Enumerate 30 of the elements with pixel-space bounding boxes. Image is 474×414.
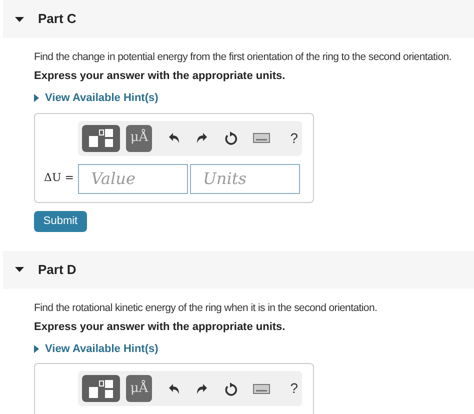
template-button[interactable] <box>82 375 120 402</box>
units-field[interactable]: Units <box>190 164 300 194</box>
undo-icon[interactable] <box>168 382 180 395</box>
redo-icon[interactable] <box>196 382 208 395</box>
reset-icon[interactable] <box>224 131 238 145</box>
question-text: Find the rotational kinetic energy of the ring when it is in the second orientation. <box>34 300 378 316</box>
keyboard-icon[interactable] <box>253 384 270 394</box>
hint-link[interactable]: View Available Hint(s) <box>45 340 158 358</box>
part-title: Part C <box>38 10 76 28</box>
caret-right-icon <box>34 94 39 102</box>
instruction-text: Express your answer with the appropriate units. <box>34 69 286 84</box>
instruction-text: Express your answer with the appropriate units. <box>34 320 286 335</box>
part-header[interactable]: Part C <box>3 0 474 38</box>
part-header[interactable]: Part D <box>3 250 474 289</box>
help-button[interactable]: ? <box>290 378 298 400</box>
caret-right-icon <box>34 345 39 353</box>
answer-label: ΔU = <box>44 170 74 186</box>
value-field[interactable]: Value <box>78 164 188 194</box>
question-text: Find the change in potential energy from the first orientation of the ring to the second orientation. <box>34 50 452 65</box>
units-button[interactable]: μÅ <box>126 124 152 152</box>
reset-icon[interactable] <box>224 382 238 396</box>
submit-button[interactable]: Submit <box>34 210 87 232</box>
part-title: Part D <box>38 261 76 279</box>
undo-icon[interactable] <box>168 132 180 144</box>
redo-icon[interactable] <box>196 132 208 144</box>
help-button[interactable]: ? <box>290 128 298 148</box>
units-button[interactable]: μÅ <box>126 375 152 402</box>
hint-link[interactable]: View Available Hint(s) <box>45 90 158 106</box>
template-button[interactable] <box>82 124 120 152</box>
keyboard-icon[interactable] <box>253 133 270 143</box>
